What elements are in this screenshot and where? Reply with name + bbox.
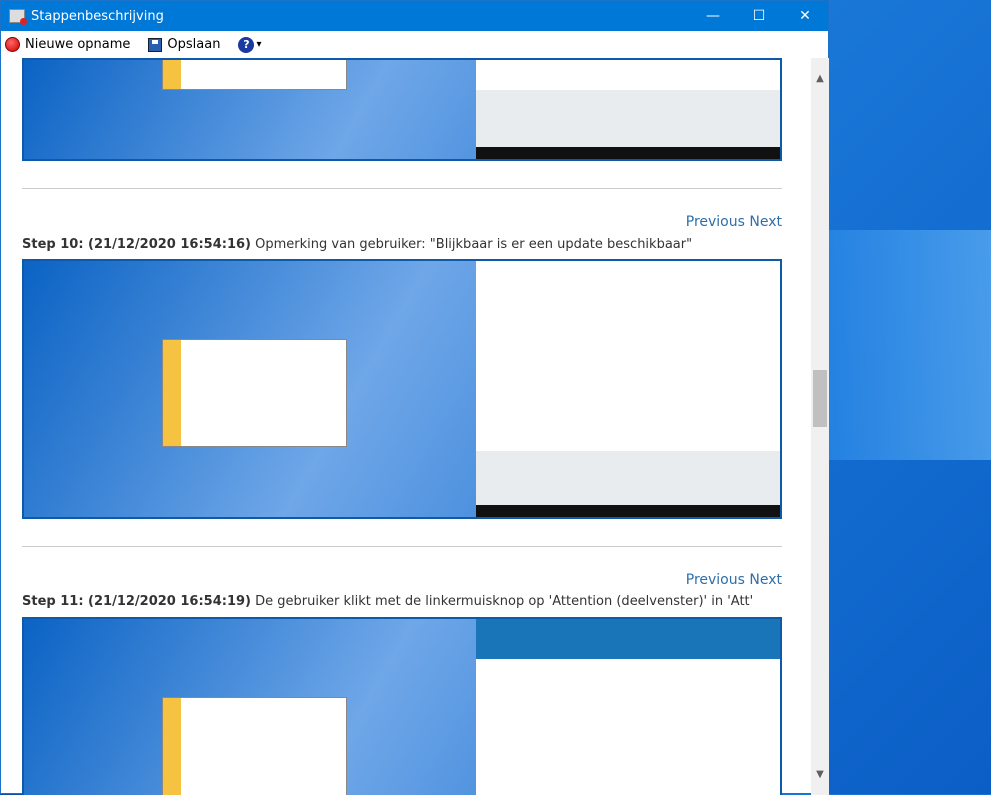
previous-link[interactable]: Previous — [686, 572, 745, 588]
step-10-nav: Previous Next — [686, 214, 782, 230]
steps-recorder-window: Stappenbeschrijving — ☐ ✕ Nieuwe opname … — [0, 0, 829, 795]
record-icon — [5, 37, 20, 52]
divider — [22, 546, 782, 547]
help-button[interactable]: ? ▾ — [238, 36, 262, 53]
maximize-button[interactable]: ☐ — [736, 8, 782, 24]
next-link[interactable]: Next — [749, 214, 782, 230]
step-label: Step 10: (21/12/2020 16:54:16) — [22, 237, 251, 252]
new-recording-label: Nieuwe opname — [25, 37, 131, 52]
scroll-down-icon[interactable]: ▼ — [811, 769, 829, 780]
step-11-description: Step 11: (21/12/2020 16:54:19) De gebrui… — [22, 594, 753, 609]
step-11-nav: Previous Next — [686, 572, 782, 588]
title-bar: Stappenbeschrijving — ☐ ✕ — [1, 1, 828, 31]
app-icon — [9, 9, 27, 25]
step-text: De gebruiker klikt met de linkermuisknop… — [255, 594, 754, 609]
scrollbar-thumb[interactable] — [813, 370, 827, 427]
step-10-screenshot[interactable] — [22, 259, 782, 519]
step-10-description: Step 10: (21/12/2020 16:54:16) Opmerking… — [22, 237, 692, 252]
vertical-scrollbar[interactable]: ▲ ▼ — [811, 58, 829, 795]
next-link[interactable]: Next — [749, 572, 782, 588]
step-text: Opmerking van gebruiker: "Blijkbaar is e… — [255, 237, 693, 252]
save-icon — [148, 37, 163, 52]
new-recording-button[interactable]: Nieuwe opname — [5, 37, 130, 52]
save-button[interactable]: Opslaan — [148, 37, 220, 52]
chevron-down-icon: ▾ — [256, 39, 262, 50]
desktop-wallpaper-light — [828, 230, 991, 460]
steps-content: Previous Next Step 10: (21/12/2020 16:54… — [1, 58, 811, 795]
divider — [22, 188, 782, 189]
toolbar: Nieuwe opname Opslaan ? ▾ — [1, 31, 828, 58]
previous-link[interactable]: Previous — [686, 214, 745, 230]
window-title: Stappenbeschrijving — [31, 8, 164, 24]
minimize-button[interactable]: — — [690, 8, 736, 24]
step-label: Step 11: (21/12/2020 16:54:19) — [22, 594, 251, 609]
step-11-screenshot[interactable] — [22, 617, 782, 795]
save-label: Opslaan — [167, 37, 221, 52]
scroll-up-icon[interactable]: ▲ — [811, 73, 829, 84]
close-button[interactable]: ✕ — [782, 8, 828, 24]
help-icon: ? — [238, 36, 255, 53]
step-9-screenshot — [22, 58, 782, 161]
